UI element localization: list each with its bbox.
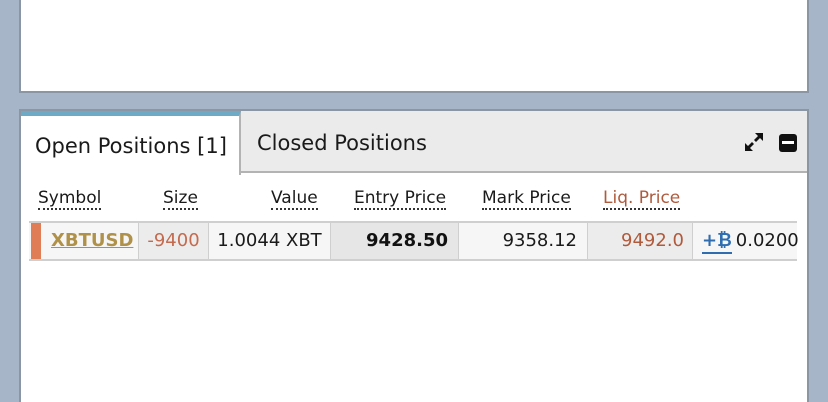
cell-mark-price: 9358.12 bbox=[459, 223, 588, 259]
cell-entry-price: 9428.50 bbox=[331, 223, 459, 259]
cell-size: -9400 bbox=[139, 223, 209, 259]
symbol-link[interactable]: XBTUSD bbox=[51, 230, 133, 251]
short-side-marker bbox=[31, 223, 41, 259]
cell-margin: +₿ 0.0200 bbox=[693, 223, 799, 259]
table-row: XBTUSD -9400 1.0044 XBT 9428.50 9358.12 … bbox=[29, 221, 799, 261]
column-header-liq-price[interactable]: Liq. Price bbox=[603, 188, 681, 210]
positions-panel: Open Positions [1] Closed Positions Symb… bbox=[19, 109, 809, 402]
tab-open-positions[interactable]: Open Positions [1] bbox=[21, 111, 241, 175]
column-header-mark-price[interactable]: Mark Price bbox=[482, 188, 571, 210]
margin-value: 0.0200 bbox=[735, 230, 799, 251]
table-header: Symbol Size Value Entry Price Mark Price… bbox=[21, 185, 811, 217]
cell-symbol: XBTUSD bbox=[41, 223, 139, 259]
tab-bar: Open Positions [1] Closed Positions bbox=[21, 111, 807, 175]
cell-value: 1.0044 XBT bbox=[209, 223, 331, 259]
minimize-icon[interactable] bbox=[779, 134, 797, 152]
expand-icon[interactable] bbox=[743, 131, 765, 153]
cell-liq-price: 9492.0 bbox=[588, 223, 693, 259]
column-header-size[interactable]: Size bbox=[163, 188, 198, 210]
column-header-value[interactable]: Value bbox=[271, 188, 318, 210]
upper-panel bbox=[19, 0, 809, 93]
add-margin-button[interactable]: +₿ bbox=[702, 230, 732, 254]
column-header-symbol[interactable]: Symbol bbox=[38, 188, 102, 210]
tab-closed-positions[interactable]: Closed Positions bbox=[257, 111, 427, 173]
column-header-entry-price[interactable]: Entry Price bbox=[354, 188, 447, 210]
